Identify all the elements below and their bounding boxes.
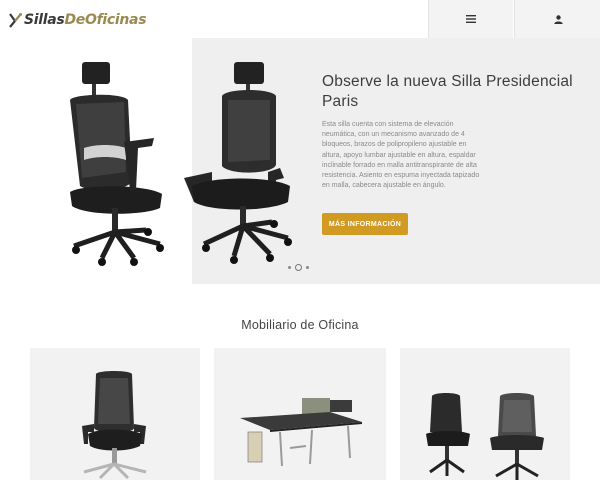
slider-dot-1[interactable] — [288, 266, 291, 269]
hero-title: Observe la nueva Silla Presidencial Pari… — [322, 73, 573, 110]
product-card[interactable] — [30, 348, 200, 480]
hero-chairs-image — [70, 62, 292, 266]
product-card[interactable] — [214, 348, 386, 480]
site-logo[interactable]: SillasDeOficinas — [8, 10, 147, 30]
mesh-chair — [184, 62, 292, 264]
product-card[interactable] — [400, 348, 570, 480]
logo-text-part1: Sillas — [24, 12, 65, 28]
user-account-button[interactable] — [514, 0, 600, 38]
site-header: SillasDeOficinas — [0, 0, 600, 38]
slider-dot-2[interactable] — [295, 264, 302, 271]
office-workstation-desk-image — [240, 398, 362, 467]
logo-mark-icon — [9, 13, 22, 28]
hero-slider: Observe la nueva Silla Presidencial Pari… — [0, 38, 600, 286]
slider-dot-3[interactable] — [306, 266, 309, 269]
slider-dots — [288, 264, 309, 271]
more-info-button[interactable]: MÁS INFORMACIÓN — [322, 213, 408, 235]
logo-text: SillasDeOficinas — [24, 12, 147, 28]
hero-description: Esta silla cuenta con sistema de elevaci… — [322, 121, 480, 190]
section-title: Mobiliario de Oficina — [241, 318, 359, 332]
pair-of-office-chairs-image — [426, 393, 544, 480]
user-icon — [553, 14, 563, 24]
mesh-office-chair-image — [82, 371, 147, 480]
logo-text-part2: DeOficinas — [64, 12, 147, 28]
hamburger-menu-icon — [466, 15, 476, 23]
menu-button[interactable] — [428, 0, 513, 38]
headrest-chair — [70, 62, 164, 266]
